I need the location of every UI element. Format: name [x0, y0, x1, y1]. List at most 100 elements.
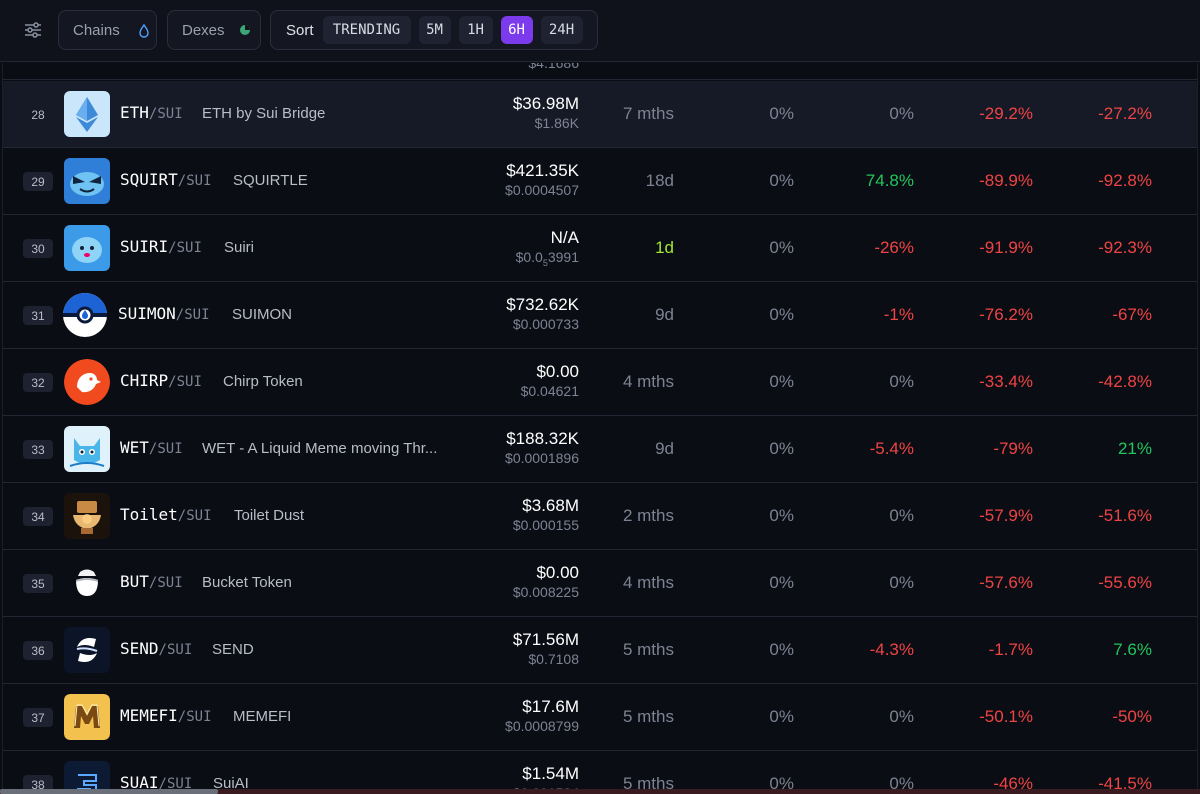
- token-name: MEMEFI: [233, 708, 292, 725]
- rank-badge: 37: [23, 708, 53, 727]
- table-row[interactable]: 35 BUT/SUI Bucket Token $0.00 $0.008225 4…: [3, 550, 1197, 617]
- change-24h: 7.6%: [1113, 640, 1152, 659]
- price-usd: $0.0008799: [505, 718, 579, 734]
- change-6h: -50.1%: [979, 707, 1033, 726]
- timeframe-6h-button[interactable]: 6H: [500, 16, 533, 44]
- price-usd: $0.0001896: [505, 450, 579, 466]
- dexes-filter-button[interactable]: Dexes: [167, 10, 261, 50]
- quote-symbol: /SUI: [177, 508, 212, 524]
- change-6h: -79%: [993, 439, 1033, 458]
- table-row[interactable]: 37 MEMEFI/SUI MEMEFI $17.6M $0.0008799 5 …: [3, 684, 1197, 751]
- price-usd: $4.1686: [528, 63, 579, 71]
- base-symbol: SUIRI: [120, 237, 169, 256]
- change-1h: 0%: [889, 104, 914, 123]
- pair-age: 9d: [655, 439, 674, 458]
- pair-age: 9d: [655, 305, 674, 324]
- table-row[interactable]: 38 SUAI/SUI SuiAI $1.54M$0.001534 5 mths…: [3, 751, 1197, 794]
- change-24h: 21%: [1117, 439, 1152, 458]
- change-24h: -92.3%: [1098, 238, 1152, 257]
- pairs-table: $4.1686 28 ETH/SUI ETH by Sui Bridge $36…: [2, 63, 1198, 794]
- liquidity-value: $421.35K: [506, 161, 579, 180]
- liquidity-cell: $188.32K $0.0001896: [505, 429, 579, 467]
- pair-symbol: ETH/SUI: [120, 103, 183, 122]
- change-1h: 0%: [889, 707, 914, 726]
- quote-symbol: /SUI: [168, 374, 202, 390]
- base-symbol: Toilet: [120, 505, 178, 524]
- pair-age: 4 mths: [622, 573, 674, 592]
- price-prefix: $0.0: [515, 249, 543, 265]
- change-1h: -26%: [874, 238, 914, 257]
- change-24h: -92.8%: [1098, 171, 1152, 190]
- quote-symbol: /SUI: [177, 173, 212, 189]
- price-usd: $0.0004507: [505, 182, 579, 198]
- price-usd: $0.7108: [528, 651, 579, 667]
- pair-age: 1d: [655, 238, 674, 257]
- pair-symbol: SUIRI/SUI: [120, 237, 202, 256]
- liquidity-cell: $71.56M $0.7108: [513, 630, 579, 668]
- price-digits: 3991: [547, 249, 579, 265]
- table-row[interactable]: 34 Toilet/SUI Toilet Dust $3.68M $0.00015…: [3, 483, 1197, 550]
- table-row[interactable]: 33 WET/SUI WET - A Liquid Meme moving Th…: [3, 416, 1197, 483]
- table-row[interactable]: 32 CHIRP/SUI Chirp Token $0.00 $0.04621 4…: [3, 349, 1197, 416]
- liquidity-cell: $0.00 $0.008225: [513, 563, 579, 601]
- change-1h: -4.3%: [869, 640, 914, 659]
- price-usd: $1.86K: [534, 115, 579, 131]
- table-row[interactable]: 28 ETH/SUI ETH by Sui Bridge $36.98M $1.8…: [3, 81, 1197, 148]
- sort-trending-button[interactable]: TRENDING: [322, 16, 411, 44]
- liquidity-value: $36.98M: [512, 94, 579, 113]
- suiri-logo: [64, 225, 110, 271]
- table-row[interactable]: $4.1686: [3, 63, 1197, 80]
- change-6h: -57.6%: [979, 573, 1033, 592]
- liquidity-cell: $17.6M $0.0008799: [505, 697, 579, 735]
- scrollbar-thumb[interactable]: [0, 789, 218, 794]
- send-logo: [64, 627, 110, 673]
- quote-symbol: /SUI: [175, 307, 210, 323]
- price-usd: $0.04621: [520, 383, 579, 399]
- rank-badge: 30: [23, 239, 53, 258]
- pair-symbol: Toilet/SUI: [120, 505, 212, 524]
- timeframe-1h-button[interactable]: 1H: [458, 16, 493, 44]
- base-symbol: BUT: [120, 572, 149, 591]
- liquidity-value: $71.56M: [512, 630, 579, 649]
- table-row[interactable]: 31 SUIMON/SUI SUIMON $732.62K $0.000733 9…: [3, 282, 1197, 349]
- token-name: Chirp Token: [223, 373, 303, 390]
- quote-symbol: /SUI: [177, 709, 212, 725]
- liquidity-cell: N/A $0.053991: [516, 228, 579, 272]
- price-usd: $0.008225: [512, 584, 579, 600]
- change-6h: -91.9%: [979, 238, 1033, 257]
- rank-badge: 29: [23, 172, 53, 191]
- table-row[interactable]: 30 SUIRI/SUI Suiri N/A $0.053991 1d 0% -2…: [3, 215, 1197, 282]
- filter-sliders-icon[interactable]: [24, 22, 42, 38]
- quote-symbol: /SUI: [148, 106, 183, 122]
- pair-age: 2 mths: [622, 506, 674, 525]
- change-6h: -1.7%: [988, 640, 1033, 659]
- chains-filter-button[interactable]: Chains: [58, 10, 157, 50]
- token-name: SQUIRTLE: [233, 172, 308, 189]
- timeframe-5m-button[interactable]: 5M: [418, 16, 451, 44]
- bucket-logo: [64, 560, 110, 606]
- horizontal-scrollbar[interactable]: [0, 789, 1200, 794]
- suimon-logo: [62, 292, 108, 338]
- sort-label: Sort: [286, 21, 314, 39]
- pair-symbol: BUT/SUI: [120, 572, 183, 591]
- table-row[interactable]: 29 SQUIRT/SUI SQUIRTLE $421.35K $0.000450…: [3, 148, 1197, 215]
- change-6h: -57.9%: [979, 506, 1033, 525]
- quote-symbol: /SUI: [158, 642, 193, 658]
- token-name: SEND: [212, 641, 254, 658]
- timeframe-24h-button[interactable]: 24H: [540, 16, 583, 44]
- rank-badge: 36: [23, 641, 53, 660]
- change-24h: -42.8%: [1098, 372, 1152, 391]
- change-24h: -50%: [1112, 707, 1152, 726]
- price-usd: $0.000733: [512, 316, 579, 332]
- quote-symbol: /SUI: [168, 240, 202, 256]
- base-symbol: MEMEFI: [120, 706, 178, 725]
- base-symbol: SUIMON: [118, 304, 176, 323]
- table-row[interactable]: 36 SEND/SUI SEND $71.56M $0.7108 5 mths 0…: [3, 617, 1197, 684]
- pair-symbol: CHIRP/SUI: [120, 371, 202, 390]
- dexes-label: Dexes: [182, 21, 225, 39]
- base-symbol: CHIRP: [120, 371, 169, 390]
- change-5m: 0%: [769, 238, 794, 257]
- base-symbol: ETH: [120, 103, 149, 122]
- quote-symbol: /SUI: [148, 441, 183, 457]
- liquidity-value: $0.00: [536, 563, 579, 582]
